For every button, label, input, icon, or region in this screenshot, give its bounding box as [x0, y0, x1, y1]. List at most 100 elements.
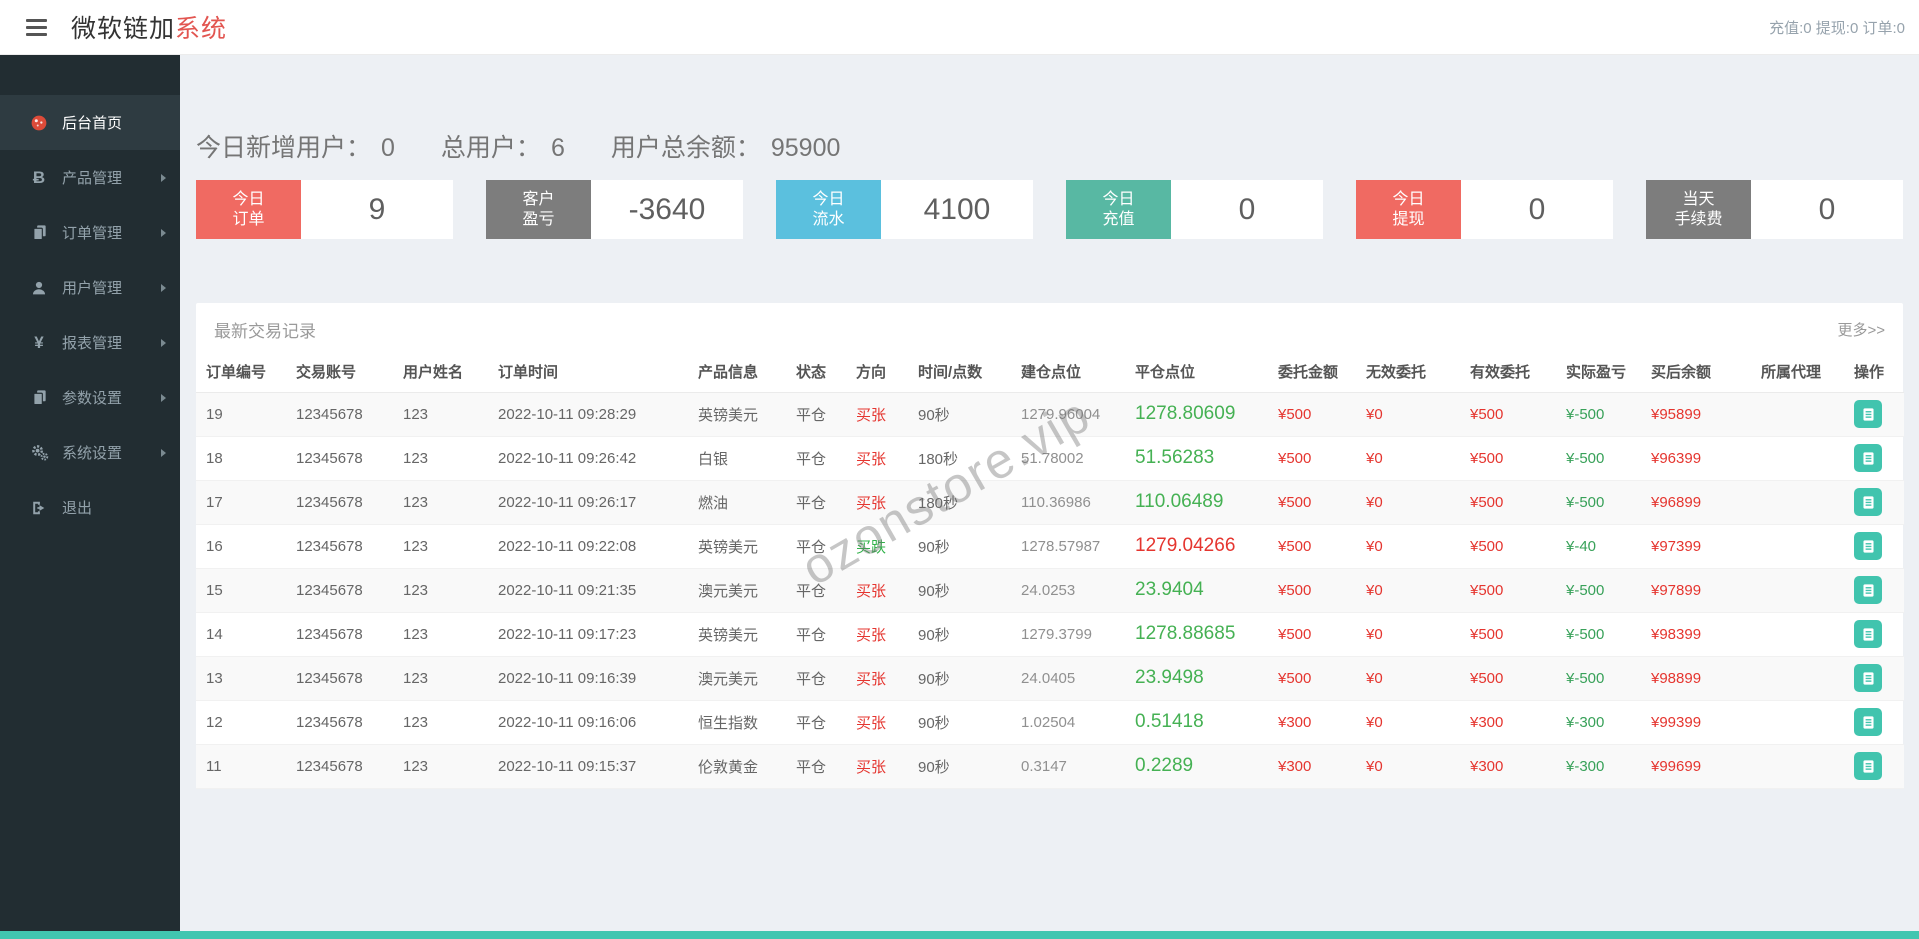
sidebar-item[interactable]: 订单管理: [0, 205, 180, 260]
sidebar-item-label: 订单管理: [62, 225, 123, 242]
stat-card-value: 0: [1171, 180, 1323, 239]
cell-name: 123: [393, 700, 488, 745]
cell-amount: ¥500: [1268, 524, 1356, 569]
cell-balance: ¥97899: [1641, 568, 1751, 613]
cell-close: 51.56283: [1125, 436, 1268, 481]
cell-invalid: ¥0: [1356, 744, 1460, 789]
cell-product: 伦敦黄金: [688, 744, 786, 789]
sidebar-item[interactable]: 参数设置: [0, 370, 180, 425]
view-order-button[interactable]: [1854, 488, 1882, 516]
cell-balance: ¥96899: [1641, 480, 1751, 525]
view-order-button[interactable]: [1854, 444, 1882, 472]
column-header: 操作: [1844, 352, 1904, 393]
cell-name: 123: [393, 744, 488, 789]
horizontal-scrollbar[interactable]: [0, 931, 1919, 939]
table-row: 18 12345678 123 2022-10-11 09:26:42 白银 平仓 买张 18…: [196, 436, 1904, 481]
view-order-button[interactable]: [1854, 752, 1882, 780]
cell-profit: ¥-500: [1556, 392, 1641, 437]
cell-product: 英镑美元: [688, 392, 786, 437]
cell-valid: ¥500: [1460, 656, 1556, 701]
stat-card: 今日 流水 4100: [776, 180, 1033, 239]
cell-product: 恒生指数: [688, 700, 786, 745]
cell-status: 平仓: [786, 656, 846, 701]
cell-valid: ¥500: [1460, 612, 1556, 657]
app-title-red: 系统: [175, 15, 228, 43]
column-header: 无效委托: [1356, 352, 1460, 393]
cell-direction: 买张: [846, 700, 908, 745]
app-title: 微软链加系统: [71, 9, 227, 45]
more-link[interactable]: 更多>>: [1837, 319, 1885, 340]
cell-time: 2022-10-11 09:22:08: [488, 524, 688, 569]
cell-profit: ¥-500: [1556, 480, 1641, 525]
stat-card-label: 当天 手续费: [1646, 180, 1751, 239]
cell-profit: ¥-500: [1556, 656, 1641, 701]
sidebar-item[interactable]: 退出: [0, 480, 180, 535]
cell-agent: [1751, 744, 1844, 789]
cell-account: 12345678: [286, 392, 393, 437]
cell-status: 平仓: [786, 524, 846, 569]
cell-direction: 买跌: [846, 524, 908, 569]
cell-invalid: ¥0: [1356, 480, 1460, 525]
cell-id: 14: [196, 612, 286, 657]
cell-id: 19: [196, 392, 286, 437]
cell-name: 123: [393, 524, 488, 569]
main-content: 今日新增用户： 0 总用户： 6 用户总余额： 95900 今日 订单 9 客户 盈亏…: [180, 55, 1919, 931]
view-order-button[interactable]: [1854, 664, 1882, 692]
column-header: 方向: [846, 352, 908, 393]
summary-stats: 今日新增用户： 0 总用户： 6 用户总余额： 95900: [196, 128, 1903, 164]
cell-account: 12345678: [286, 700, 393, 745]
sidebar-item[interactable]: 系统设置: [0, 425, 180, 480]
sidebar-item-label: 报表管理: [62, 335, 123, 352]
stat-card-value: -3640: [591, 180, 743, 239]
cell-open: 1.02504: [1011, 700, 1125, 745]
table-row: 14 12345678 123 2022-10-11 09:17:23 英镑美元 平仓 买张…: [196, 612, 1904, 657]
cell-open: 1279.96004: [1011, 392, 1125, 437]
sidebar-item[interactable]: 后台首页: [0, 95, 180, 150]
cell-time: 2022-10-11 09:15:37: [488, 744, 688, 789]
sidebar-item-label: 产品管理: [62, 170, 123, 187]
cell-product: 白银: [688, 436, 786, 481]
dashboard-icon: [27, 114, 51, 132]
files-icon: [27, 389, 51, 406]
cell-valid: ¥500: [1460, 568, 1556, 613]
column-header: 订单编号: [196, 352, 286, 393]
cell-time: 2022-10-11 09:17:23: [488, 612, 688, 657]
view-order-button[interactable]: [1854, 576, 1882, 604]
cell-valid: ¥300: [1460, 700, 1556, 745]
view-order-button[interactable]: [1854, 708, 1882, 736]
cell-open: 51.78002: [1011, 436, 1125, 481]
sidebar-item-label: 后台首页: [62, 115, 123, 132]
cell-valid: ¥500: [1460, 436, 1556, 481]
view-order-button[interactable]: [1854, 620, 1882, 648]
cell-direction: 买张: [846, 568, 908, 613]
cell-agent: [1751, 656, 1844, 701]
bitcoin-icon: Ƀ: [32, 167, 46, 187]
cell-agent: [1751, 700, 1844, 745]
sidebar-item-label: 用户管理: [62, 280, 123, 297]
summary-stat-value: 95900: [770, 134, 841, 162]
stat-card: 今日 订单 9: [196, 180, 453, 239]
cell-op: [1844, 524, 1904, 569]
cell-valid: ¥300: [1460, 744, 1556, 789]
cell-duration: 90秒: [908, 568, 1011, 613]
cell-balance: ¥98899: [1641, 656, 1751, 701]
cell-close: 110.06489: [1125, 480, 1268, 525]
logout-icon: [27, 500, 51, 516]
cell-valid: ¥500: [1460, 392, 1556, 437]
sidebar: 后台首页 Ƀ 产品管理 订单管理 用户管理 ¥ 报表管理 参数设置 系统设置 退…: [0, 55, 180, 931]
cell-open: 0.3147: [1011, 744, 1125, 789]
table-row: 17 12345678 123 2022-10-11 09:26:17 燃油 平仓 买张 18…: [196, 480, 1904, 525]
chevron-right-icon: [161, 448, 166, 457]
cell-amount: ¥500: [1268, 656, 1356, 701]
view-order-button[interactable]: [1854, 532, 1882, 560]
sidebar-item[interactable]: Ƀ 产品管理: [0, 150, 180, 205]
hamburger-menu-icon[interactable]: [26, 15, 47, 40]
cell-profit: ¥-500: [1556, 568, 1641, 613]
stat-card: 客户 盈亏 -3640: [486, 180, 743, 239]
sidebar-item[interactable]: ¥ 报表管理: [0, 315, 180, 370]
cell-close: 1279.04266: [1125, 524, 1268, 569]
cell-status: 平仓: [786, 480, 846, 525]
column-header: 建仓点位: [1011, 352, 1125, 393]
view-order-button[interactable]: [1854, 400, 1882, 428]
sidebar-item[interactable]: 用户管理: [0, 260, 180, 315]
